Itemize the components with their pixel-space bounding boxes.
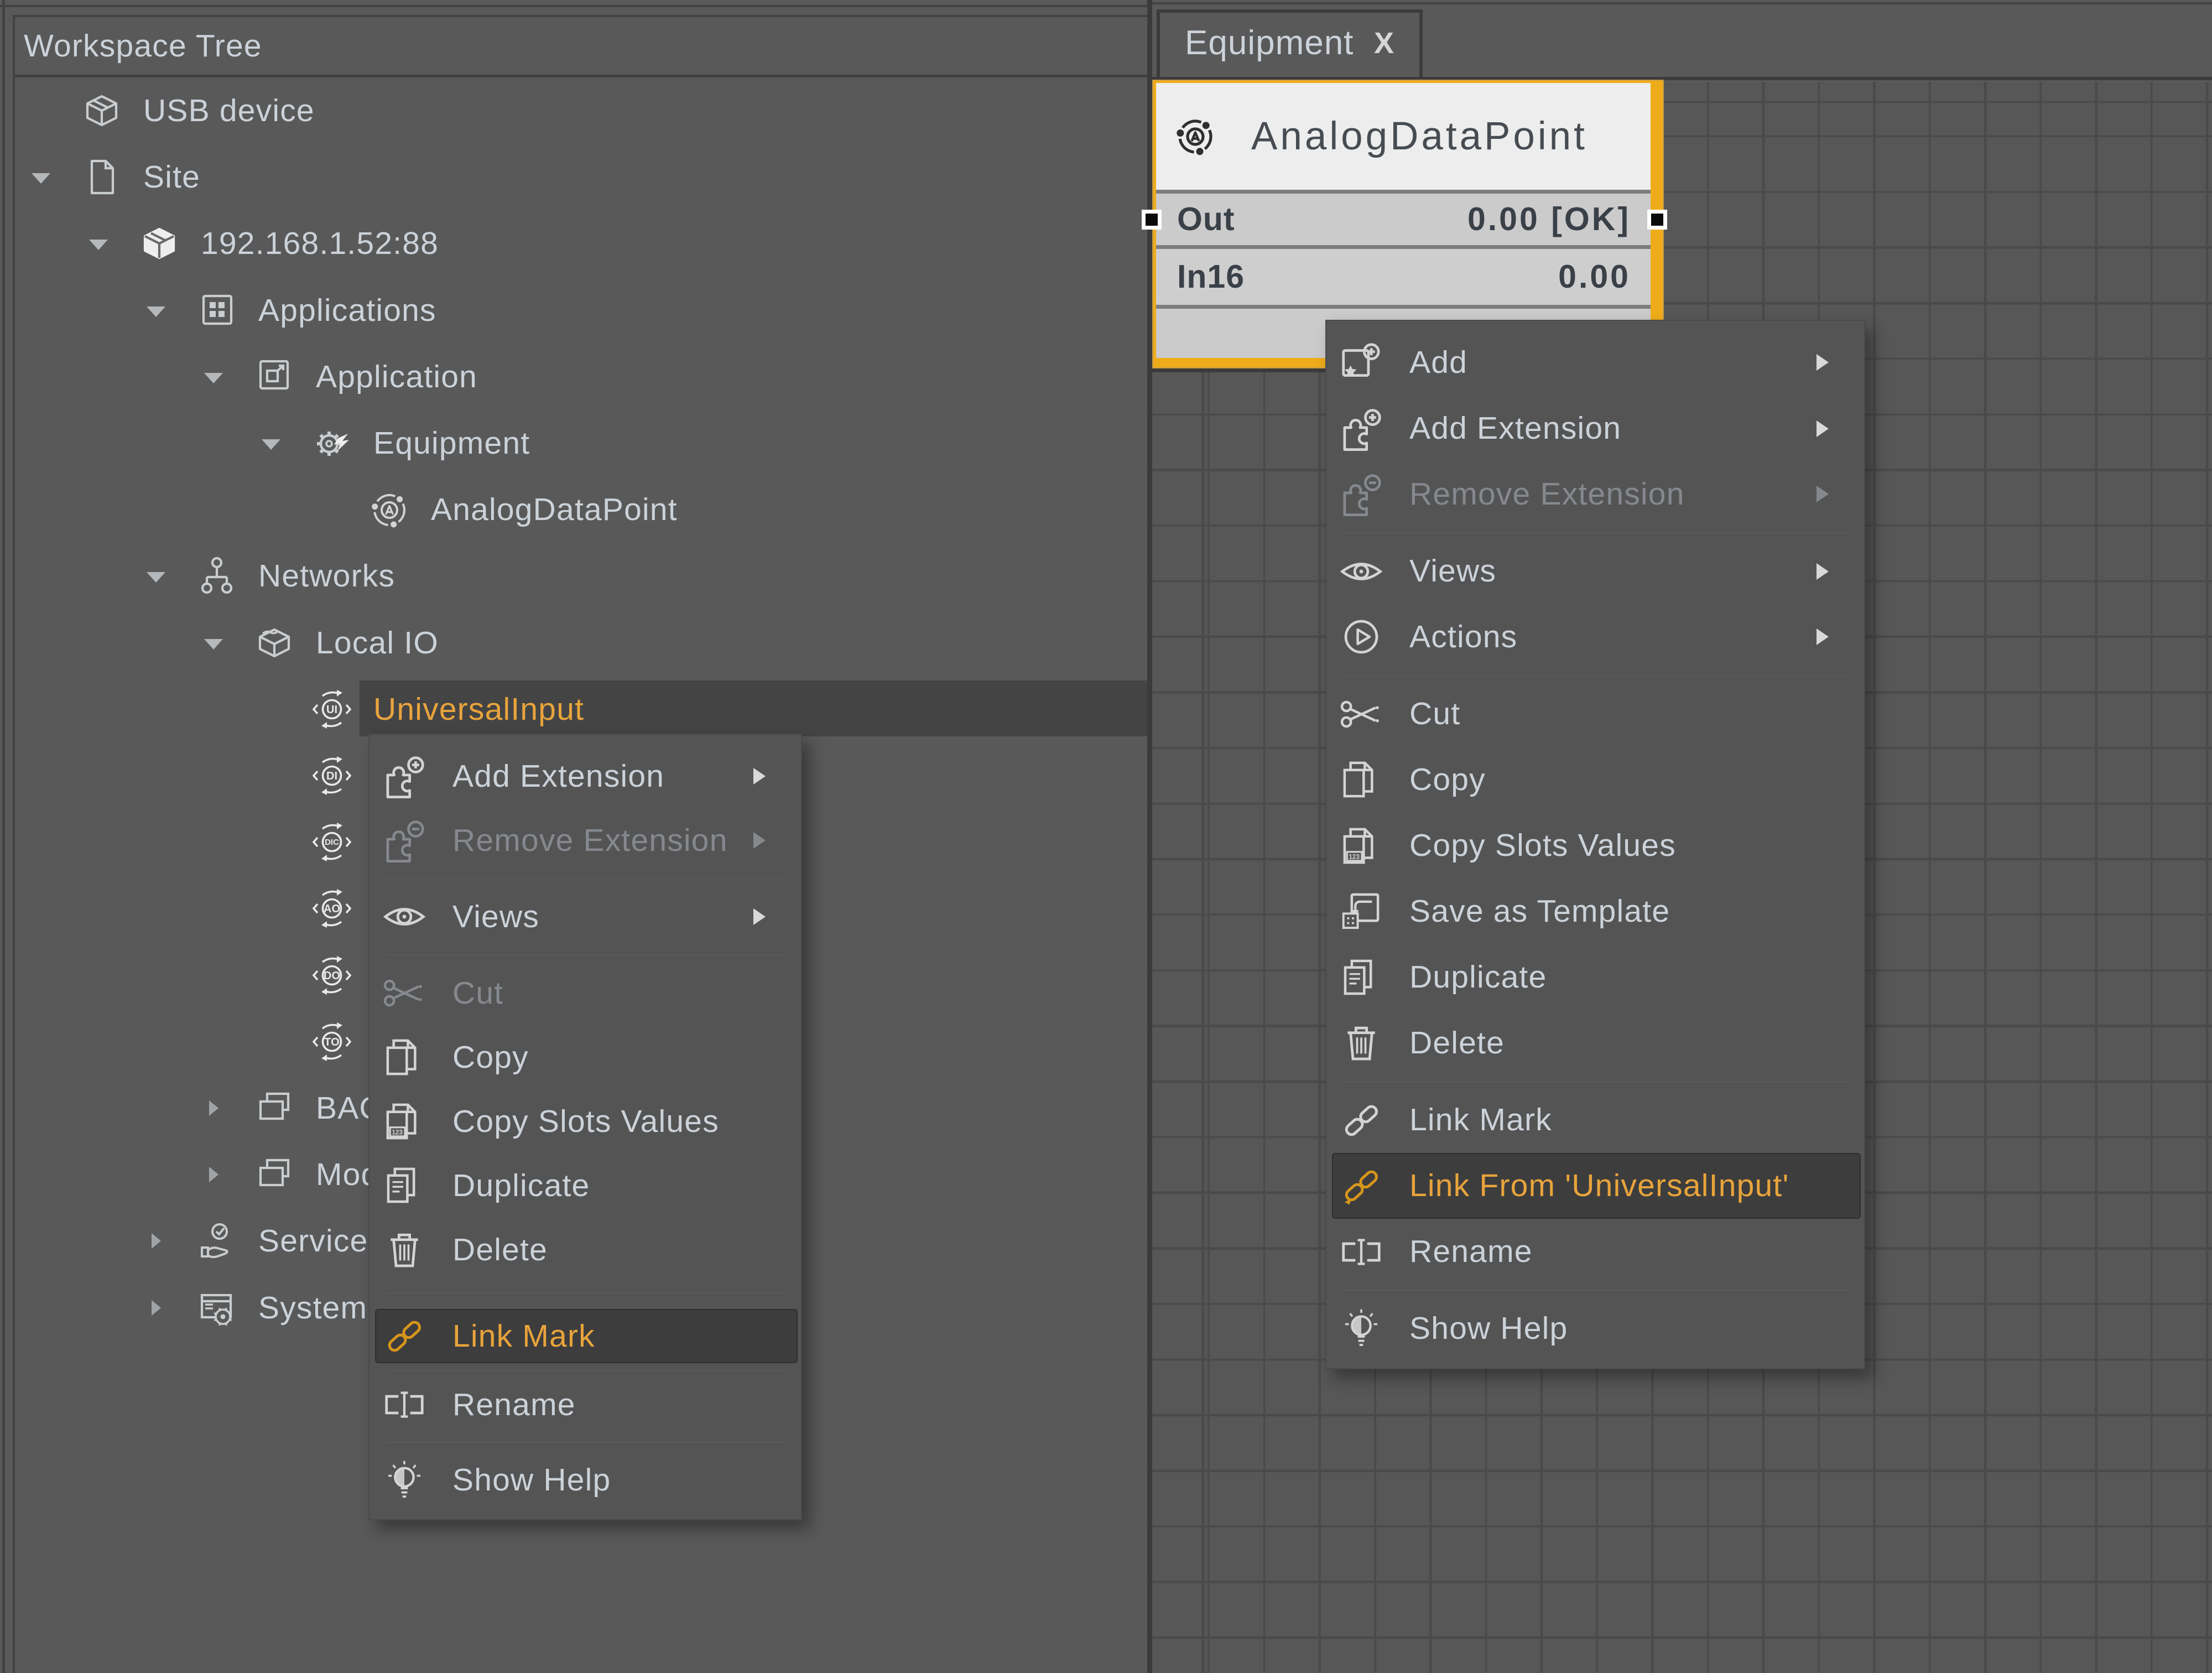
svg-text:DO: DO xyxy=(324,970,340,982)
svg-text:123: 123 xyxy=(392,1129,403,1136)
svg-text:DI: DI xyxy=(326,770,337,782)
svg-text:UI: UI xyxy=(326,704,337,716)
svg-text:AO: AO xyxy=(324,903,340,915)
svg-text:TO: TO xyxy=(324,1036,339,1048)
svg-text:123: 123 xyxy=(1349,853,1360,861)
svg-text:DIC: DIC xyxy=(325,838,339,847)
